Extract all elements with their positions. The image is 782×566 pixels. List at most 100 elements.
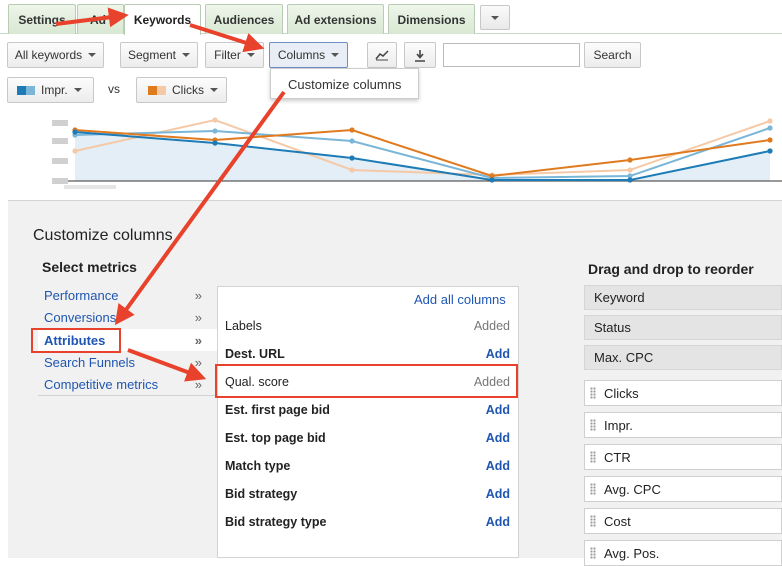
drag-handle-icon[interactable] [590,547,596,559]
chevron-down-icon [331,53,340,57]
draggable-column-avg-cpc[interactable]: Avg. CPC [584,476,782,502]
add-metric-link[interactable]: Add [486,487,510,501]
data-point [767,118,773,124]
chevron-right-icon: » [194,309,202,325]
add-metric-link[interactable]: Add [486,347,510,361]
data-point [349,127,355,133]
draggable-column-impr[interactable]: Impr. [584,412,782,438]
all-keywords-dropdown[interactable]: All keywords [7,42,104,68]
data-point [767,125,773,131]
fixed-column-max-cpc: Max. CPC [584,345,782,370]
y-tick-label [52,120,68,126]
draggable-column-ctr[interactable]: CTR [584,444,782,470]
segment-dropdown[interactable]: Segment [120,42,198,68]
metric-row-bid-strategy-type: Bid strategy type Add [225,508,510,536]
category-label: Performance [44,287,119,303]
metric2-dropdown[interactable]: Clicks [136,77,227,103]
metric-row-est-top-page-bid: Est. top page bid Add [225,424,510,452]
data-point [349,138,355,144]
chevron-down-icon [182,53,191,57]
add-metric-link[interactable]: Add [486,403,510,417]
column-label: Avg. CPC [604,481,661,497]
filter-label: Filter [214,48,241,62]
tab-audiences[interactable]: Audiences [205,4,283,34]
tab-label: Settings [18,12,66,27]
y-tick-label [52,178,68,184]
add-metric-link[interactable]: Add [486,431,510,445]
drag-handle-icon[interactable] [590,419,596,431]
reorder-heading: Drag and drop to reorder [588,261,754,277]
chart-toggle-button[interactable] [367,42,397,68]
more-tabs-dropdown[interactable] [480,5,510,30]
download-button[interactable] [404,42,436,68]
metric-name: Bid strategy type [225,515,327,529]
search-button-label: Search [593,48,632,62]
metric-row-bid-strategy: Bid strategy Add [225,480,510,508]
data-point [627,167,633,173]
metric1-label: Impr. [41,83,68,97]
series-swatch [157,85,166,95]
add-metric-link[interactable]: Add [486,459,510,473]
tab-keywords[interactable]: Keywords [124,4,201,35]
category-label: Conversions [44,309,117,325]
category-divider [38,395,217,396]
columns-label: Columns [277,48,326,62]
drag-handle-icon[interactable] [590,483,596,495]
add-metric-link[interactable]: Add [486,515,510,529]
tab-ads[interactable]: Ad [77,4,124,34]
search-button[interactable]: Search [584,42,641,68]
column-label: Cost [604,513,631,529]
search-input[interactable] [443,43,580,67]
metric-name: Match type [225,459,291,473]
filter-dropdown[interactable]: Filter [205,42,264,68]
chevron-down-icon [73,88,82,92]
column-label: Status [594,320,631,335]
tab-label: Audiences [213,12,275,27]
column-label: CTR [604,449,631,465]
columns-dropdown[interactable]: Columns [269,42,348,68]
chevron-down-icon [246,53,255,57]
tab-dimensions[interactable]: Dimensions [388,4,475,34]
drag-handle-icon[interactable] [590,451,596,463]
fixed-column-status: Status [584,315,782,340]
tab-label: Ad extensions [294,12,377,27]
drag-handle-icon[interactable] [590,387,596,399]
draggable-column-clicks[interactable]: Clicks [584,380,782,406]
tab-bar: Settings Ad Keywords Audiences Ad extens… [0,0,782,35]
line-chart-icon [375,50,389,61]
category-conversions[interactable]: Conversions » [38,306,217,328]
tab-ad-extensions[interactable]: Ad extensions [287,4,384,34]
metric2-label: Clicks [172,83,204,97]
tab-label: Dimensions [397,12,466,27]
metric-name: Labels [225,319,262,333]
add-all-columns-link[interactable]: Add all columns [414,292,506,307]
data-point [627,157,633,163]
customize-columns-menu-item[interactable]: Customize columns [288,77,401,92]
data-point [72,129,78,135]
data-point [349,155,355,161]
category-label: Competitive metrics [44,376,159,392]
chevron-right-icon: » [194,354,202,370]
qual-score-highlight-box [215,364,518,398]
draggable-column-avg-pos[interactable]: Avg. Pos. [584,540,782,566]
data-point [212,117,218,123]
data-point [767,148,773,154]
column-label: Impr. [604,417,633,433]
data-point [212,140,218,146]
performance-chart [52,117,782,189]
data-point [627,177,633,183]
category-competitive-metrics[interactable]: Competitive metrics » [38,373,217,395]
chevron-right-icon: » [194,332,202,348]
category-search-funnels[interactable]: Search Funnels » [38,351,217,373]
draggable-column-cost[interactable]: Cost [584,508,782,534]
chevron-down-icon [491,15,499,20]
chevron-down-icon [88,53,97,57]
data-point [349,167,355,173]
series-swatch [26,85,35,95]
metric-name: Dest. URL [225,347,285,361]
category-performance[interactable]: Performance » [38,284,217,306]
drag-handle-icon[interactable] [590,515,596,527]
tab-settings[interactable]: Settings [8,4,76,34]
metric1-dropdown[interactable]: Impr. [7,77,94,103]
series-swatch [17,85,26,95]
